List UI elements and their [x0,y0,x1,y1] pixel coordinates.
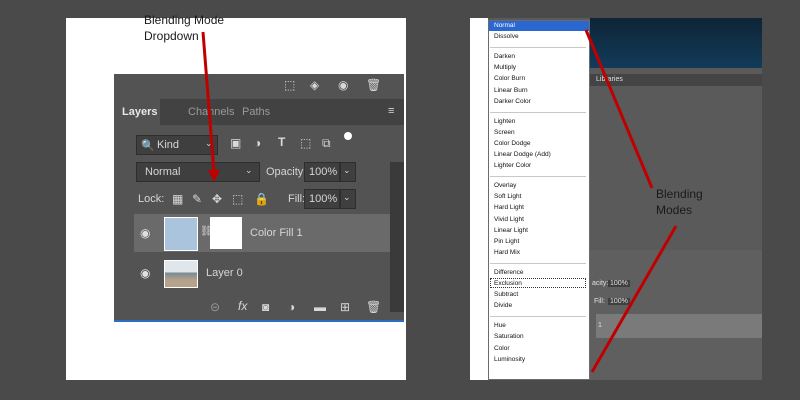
arrow-line [590,225,678,373]
arrow-line [584,29,654,189]
arrow-head [208,170,220,182]
arrow-line [201,31,216,173]
annotation-arrows [201,29,678,373]
